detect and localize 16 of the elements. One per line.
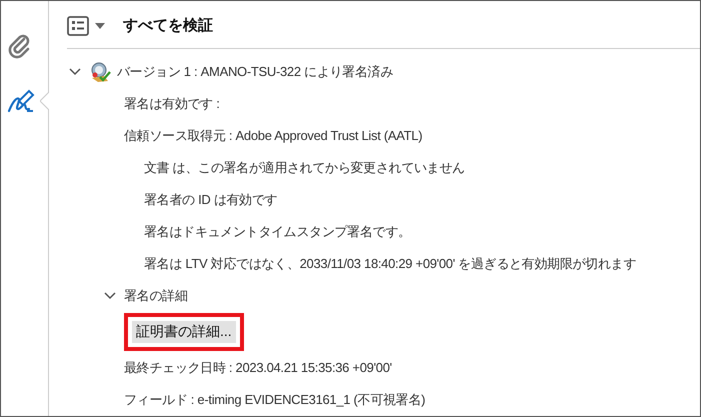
tree-item-text: 署名は LTV 対応ではなく、2033/11/03 18:40:29 +09'00' を過ぎると有効期限が切れます: [144, 255, 636, 274]
tree-item-text: フィールド : e-timing EVIDENCE3161_1 (不可視署名): [124, 391, 426, 410]
tree-item-text: 署名はドキュメントタイムスタンプ署名です。: [144, 223, 411, 242]
list-options-icon[interactable]: [67, 16, 89, 36]
tree-node-label[interactable]: 署名の詳細: [124, 286, 188, 306]
panel-title: すべてを検証: [123, 15, 213, 36]
tree-node-label[interactable]: バージョン 1 : AMANO-TSU-322 により署名済み: [117, 62, 394, 82]
tree-item-text: 署名者の ID は有効です: [144, 191, 278, 210]
tree-item-text: 署名は有効です :: [124, 95, 220, 114]
dropdown-caret-icon[interactable]: [95, 22, 105, 28]
certificate-details-button[interactable]: 証明書の詳細...: [132, 321, 236, 343]
signature-pen-icon[interactable]: [5, 87, 35, 115]
tree-item-text: 文書 は、この署名が適用されてから変更されていません: [144, 159, 465, 178]
tree-item-text: 信頼ソース取得元 : Adobe Approved Trust List (AATL): [124, 127, 422, 146]
tree-item-text: 最終チェック日時 : 2023.04.21 15:35:36 +09'00': [124, 359, 392, 378]
signature-valid-icon: [89, 61, 111, 83]
